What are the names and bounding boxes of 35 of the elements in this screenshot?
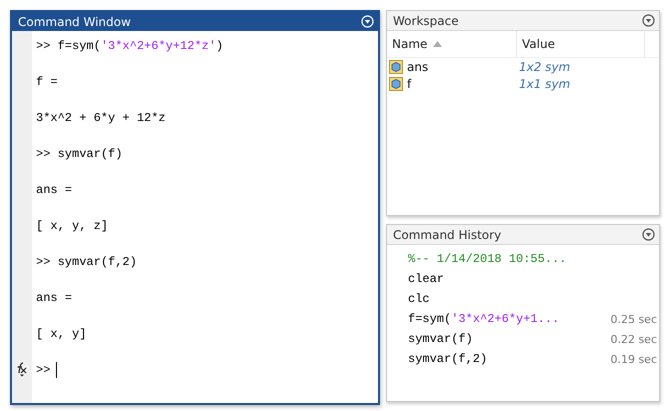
execution-time: 0.25 sec [610, 312, 657, 326]
command-line: [ x, y] [36, 326, 88, 342]
panel-title: Command Window [18, 14, 131, 28]
command-line: >> symvar(f,2) [36, 254, 138, 270]
menu-icon[interactable] [642, 14, 655, 27]
history-entry[interactable]: symvar(f) [408, 331, 473, 347]
column-header[interactable]: Value [522, 37, 555, 51]
history-entry[interactable]: clear [408, 271, 444, 287]
sort-ascending-icon [433, 41, 442, 47]
menu-icon[interactable] [642, 228, 655, 241]
variable-name[interactable]: ans [407, 60, 428, 74]
cube-icon [389, 76, 403, 90]
variable-value: 1x2 sym [519, 60, 570, 74]
command-line: 3*x^2 + 6*y + 12*z [36, 110, 167, 126]
prompt: >> [36, 362, 50, 378]
command-line: ans = [36, 182, 74, 198]
command-line: >> symvar(f) [36, 146, 124, 162]
history-entry[interactable]: f=sym('3*x^2+6*y+1... [408, 311, 560, 327]
command-line: >> f=sym('3*x^2+6*y+12*z') [36, 38, 224, 54]
command-line: [ x, y, z] [36, 218, 110, 234]
variable-name[interactable]: f [407, 76, 412, 90]
function-icon[interactable] [15, 361, 29, 377]
cube-icon [389, 60, 403, 74]
execution-time: 0.19 sec [610, 352, 657, 366]
text-cursor [56, 362, 58, 378]
column-header[interactable]: Name [392, 37, 428, 51]
history-entry[interactable]: clc [408, 291, 430, 307]
command-line: f = [36, 74, 59, 90]
history-entry[interactable]: symvar(f,2) [408, 351, 488, 367]
panel-title: Command History [393, 228, 502, 242]
execution-time: 0.22 sec [610, 332, 657, 346]
panel-title: Workspace [393, 14, 459, 28]
command-line: ans = [36, 290, 74, 306]
history-entry[interactable]: %-- 1/14/2018 10:55... [408, 251, 566, 267]
variable-value: 1x1 sym [519, 76, 570, 90]
